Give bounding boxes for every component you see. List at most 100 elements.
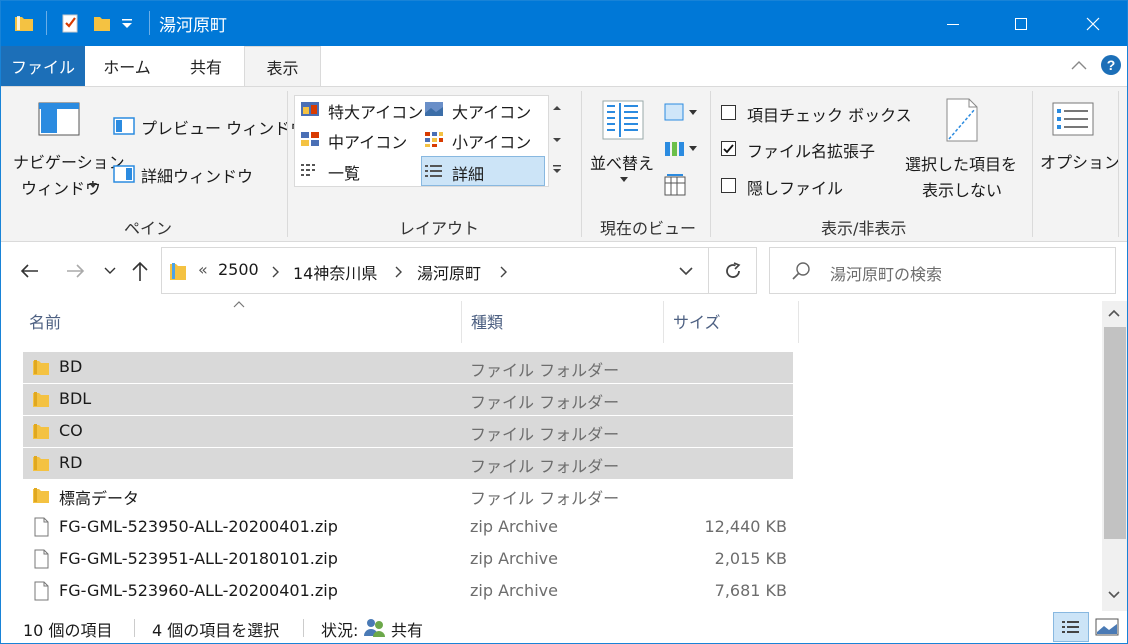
hide-selected-button[interactable]: 選択した項目を 表示しない [901, 95, 1023, 200]
file-extensions-label: ファイル名拡張子 [747, 142, 876, 161]
layout-item-label: 中アイコン [328, 133, 408, 152]
breadcrumb-item[interactable]: 14神奈川県 [293, 260, 377, 284]
hidden-files-checkbox[interactable] [721, 178, 736, 193]
file-name: FG-GML-523960-ALL-20200401.zip [59, 581, 338, 600]
details-pane-button[interactable]: 詳細ウィンドウ [113, 161, 253, 187]
help-icon[interactable]: ? [1100, 54, 1122, 76]
navigation-pane-icon [38, 102, 80, 136]
layout-list[interactable]: 一覧 [298, 157, 420, 185]
zip-file-icon [34, 581, 49, 601]
refresh-button[interactable] [708, 247, 757, 294]
hide-selected-icon [946, 98, 978, 142]
item-checkboxes-toggle[interactable]: 項目チェック ボックス [719, 101, 912, 125]
column-header-name[interactable]: 名前 [29, 309, 61, 333]
sort-by-button[interactable]: 並べ替え [587, 95, 659, 195]
zip-file-icon [34, 549, 49, 569]
file-row[interactable]: FG-GML-523950-ALL-20200401.zip zip Archi… [23, 512, 793, 543]
status-divider [303, 619, 304, 637]
breadcrumb-chevron-icon[interactable] [500, 266, 508, 278]
navigation-pane-button[interactable]: ナビゲーション ウィンドウ [13, 93, 125, 201]
preview-pane-button[interactable]: プレビュー ウィンドウ [113, 113, 306, 139]
file-name: FG-GML-523951-ALL-20180101.zip [59, 549, 338, 568]
gallery-more-icon[interactable] [551, 163, 563, 177]
tab-home[interactable]: ホーム [94, 46, 160, 86]
up-icon[interactable] [129, 259, 151, 283]
file-row[interactable]: FG-GML-523960-ALL-20200401.zip zip Archi… [23, 576, 793, 607]
minimize-button[interactable] [919, 1, 987, 46]
tab-view[interactable]: 表示 [244, 46, 321, 87]
column-divider[interactable] [461, 301, 462, 343]
breadcrumb-item[interactable]: 湯河原町 [417, 260, 481, 284]
layout-details[interactable]: 詳細 [421, 156, 545, 186]
file-row[interactable]: FG-GML-523951-ALL-20180101.zip zip Archi… [23, 544, 793, 575]
group-by-icon[interactable] [663, 101, 699, 123]
address-history-icon[interactable] [678, 265, 694, 277]
hidden-files-toggle[interactable]: 隠しファイル [719, 174, 843, 198]
layout-medium-icons[interactable]: 中アイコン [298, 127, 420, 153]
scroll-up-icon[interactable] [1107, 307, 1121, 319]
details-view-button[interactable] [1053, 612, 1089, 642]
layout-small-icons[interactable]: 小アイコン [422, 127, 544, 153]
svg-text:?: ? [1107, 57, 1116, 73]
back-icon[interactable] [18, 261, 42, 281]
layout-large-icons[interactable]: 大アイコン [422, 97, 544, 123]
ribbon: ナビゲーション ウィンドウ プレビュー ウィンドウ 詳細ウィンドウ ペイン 特大… [1, 86, 1127, 242]
column-divider[interactable] [663, 301, 664, 343]
forward-icon[interactable] [63, 261, 87, 281]
scrollbar-thumb[interactable] [1104, 327, 1126, 539]
folder-location-icon [170, 263, 186, 280]
pane-group-label: ペイン [124, 219, 173, 238]
search-box[interactable]: 湯河原町の検索 [769, 247, 1116, 294]
group-separator [581, 91, 582, 237]
options-button[interactable]: オプション [1037, 95, 1120, 185]
preview-pane-icon [113, 117, 135, 135]
size-columns-icon[interactable] [663, 173, 689, 197]
list-view-icon [301, 164, 315, 176]
details-pane-label: 詳細ウィンドウ [141, 167, 254, 186]
column-divider[interactable] [798, 301, 799, 343]
properties-icon[interactable] [59, 12, 81, 34]
group-separator [287, 91, 288, 237]
tab-file[interactable]: ファイル [1, 46, 85, 86]
group-separator [1118, 91, 1119, 237]
layout-group-label: レイアウト [399, 219, 480, 238]
folder-app-icon[interactable] [13, 12, 35, 34]
file-name: BDL [59, 389, 92, 408]
file-extensions-checkbox[interactable] [721, 141, 736, 156]
folder-icon [33, 488, 49, 503]
breadcrumb-overflow[interactable]: « [198, 260, 208, 279]
file-size: 7,681 KB [714, 581, 787, 600]
file-row[interactable]: BDL ファイル フォルダー [23, 384, 793, 415]
maximize-button[interactable] [987, 1, 1055, 46]
breadcrumb-chevron-icon[interactable] [272, 266, 280, 278]
collapse-ribbon-icon[interactable] [1070, 58, 1088, 72]
large-icons-view-button[interactable] [1091, 612, 1123, 642]
layout-extra-large-icons[interactable]: 特大アイコン [298, 97, 423, 123]
show-hide-group-label: 表示/非表示 [821, 219, 907, 238]
tab-share[interactable]: 共有 [173, 46, 239, 86]
close-button[interactable] [1059, 1, 1127, 46]
breadcrumb-chevron-icon[interactable] [395, 266, 403, 278]
new-folder-icon[interactable] [91, 12, 113, 34]
gallery-scroll-down-icon[interactable] [551, 135, 563, 145]
file-row[interactable]: CO ファイル フォルダー [23, 416, 793, 447]
file-extensions-toggle[interactable]: ファイル名拡張子 [719, 137, 879, 161]
group-separator [1032, 91, 1033, 237]
options-icon [1052, 102, 1094, 136]
add-columns-icon[interactable] [663, 137, 699, 159]
file-row[interactable]: BD ファイル フォルダー [23, 352, 793, 383]
scroll-down-icon[interactable] [1107, 589, 1121, 601]
file-row[interactable]: 標高データ ファイル フォルダー [23, 480, 793, 511]
item-checkboxes-checkbox[interactable] [721, 105, 736, 120]
customize-qat-icon[interactable] [119, 12, 135, 34]
gallery-scroll-up-icon[interactable] [551, 103, 563, 113]
details-view-icon [1062, 621, 1079, 633]
address-bar[interactable]: « 2500 14神奈川県 湯河原町 [161, 247, 709, 294]
title-separator [149, 11, 150, 35]
recent-locations-icon[interactable] [103, 264, 117, 278]
column-header-size[interactable]: サイズ [673, 309, 721, 333]
file-row[interactable]: RD ファイル フォルダー [23, 448, 793, 479]
breadcrumb-item[interactable]: 2500 [218, 260, 259, 279]
column-header-type[interactable]: 種類 [471, 309, 503, 333]
hide-selected-label-2: 表示しない [922, 181, 1003, 200]
